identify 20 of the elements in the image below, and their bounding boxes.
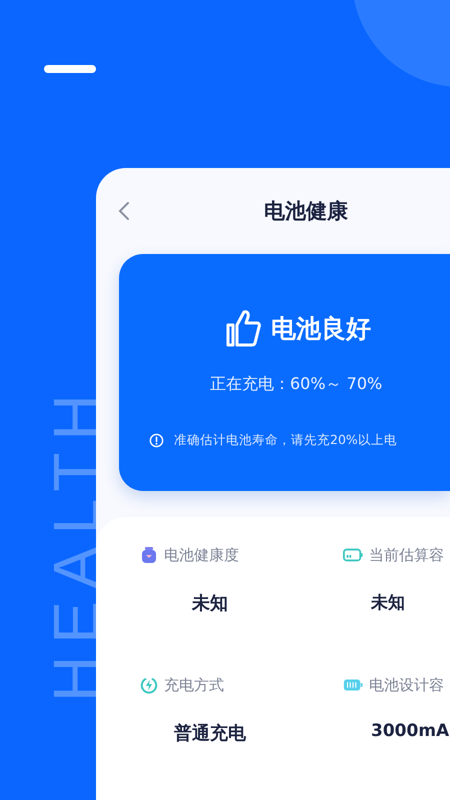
stat-label: 电池健康度 bbox=[164, 546, 239, 564]
stat-label: 电池设计容 bbox=[369, 676, 444, 694]
stat-value: 未知 bbox=[190, 592, 229, 615]
bolt-icon bbox=[140, 676, 158, 694]
battery-icon bbox=[343, 548, 363, 562]
stat-value: 3000mA bbox=[370, 721, 450, 741]
stat-label: 当前估算容 bbox=[369, 546, 444, 564]
info-icon bbox=[149, 433, 164, 448]
stat-value: 普通充电 bbox=[173, 722, 247, 745]
screen-title: 电池健康 bbox=[264, 198, 348, 225]
stat-value: 未知 bbox=[370, 592, 406, 614]
thumbs-up-icon bbox=[225, 308, 261, 348]
status-headline: 电池良好 bbox=[271, 312, 371, 344]
back-icon[interactable] bbox=[118, 201, 130, 221]
dash-decoration bbox=[44, 65, 96, 73]
charging-range: 正在充电：60%～ 70% bbox=[210, 374, 384, 395]
jar-icon bbox=[140, 546, 158, 564]
notice-text: 准确估计电池寿命，请先充20%以上电 bbox=[174, 432, 397, 449]
battery-full-icon bbox=[343, 678, 363, 692]
stat-label: 充电方式 bbox=[164, 676, 224, 694]
